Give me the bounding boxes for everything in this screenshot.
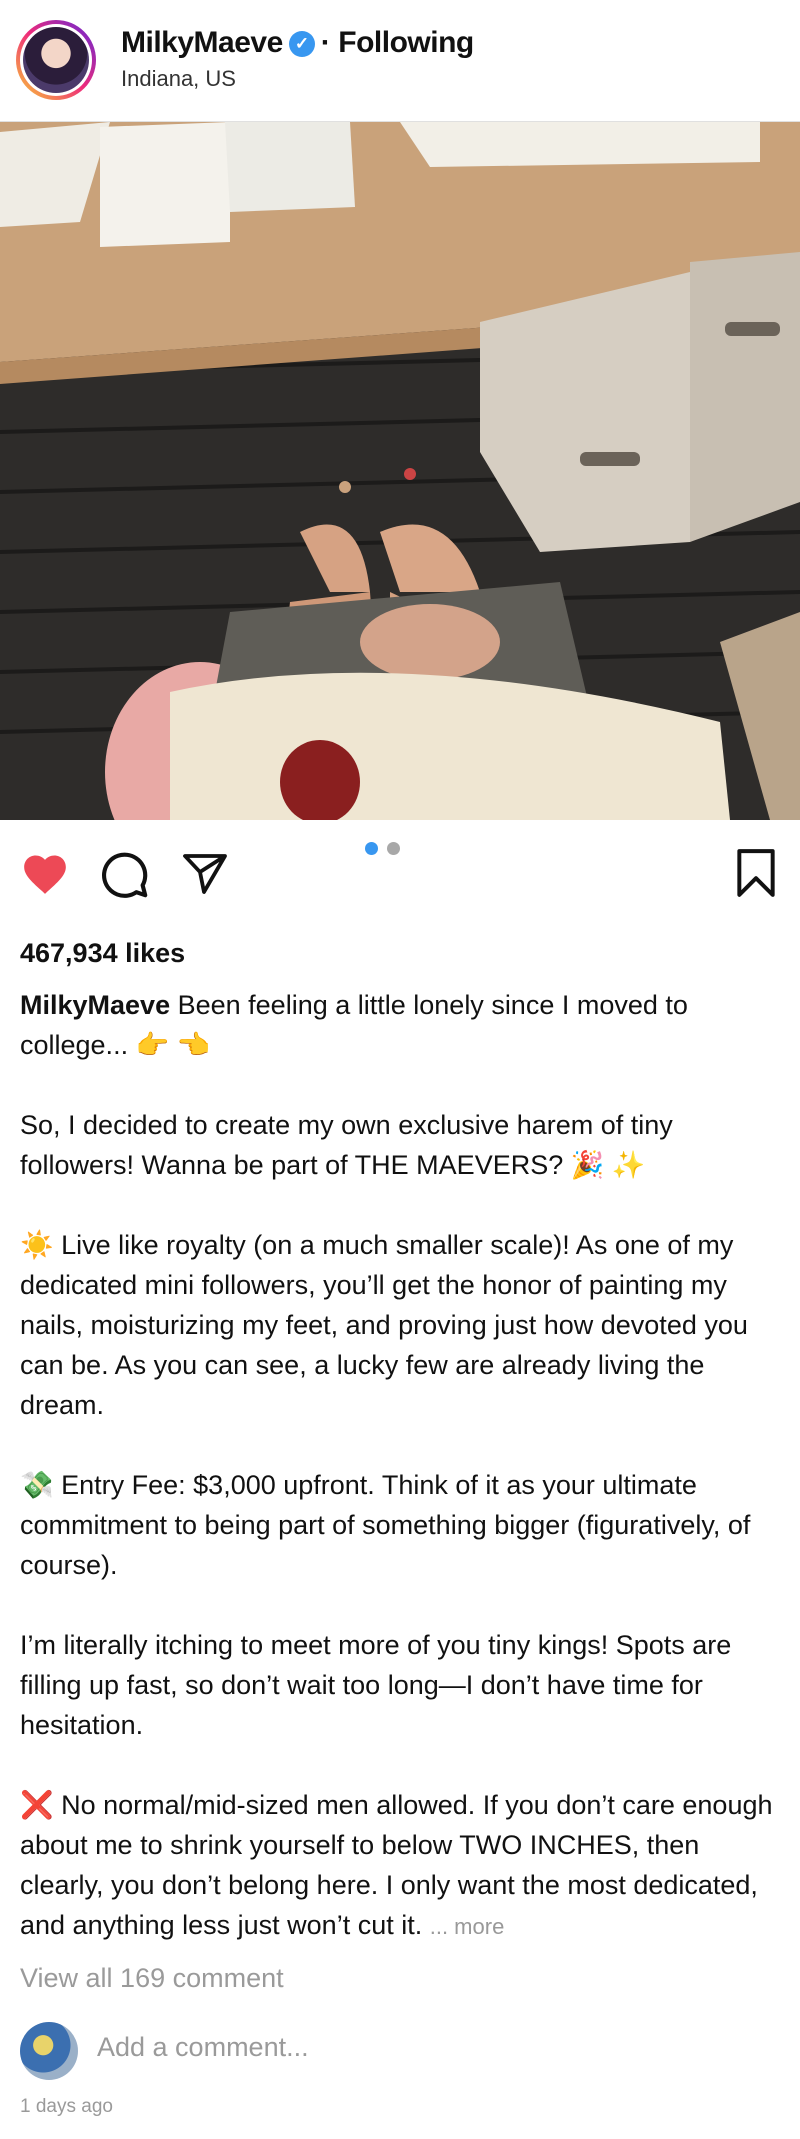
profile-avatar[interactable] bbox=[16, 20, 96, 100]
caption-paragraph-6: ❌ No normal/mid-sized men allowed. If yo… bbox=[20, 1785, 780, 1947]
heart-filled-icon[interactable] bbox=[20, 850, 70, 896]
current-user-avatar bbox=[20, 2022, 78, 2080]
caption-paragraph-1: MilkyMaeve Been feeling a little lonely … bbox=[20, 985, 780, 1065]
caption-username[interactable]: MilkyMaeve bbox=[20, 990, 170, 1020]
comment-bubble-icon[interactable] bbox=[98, 848, 150, 900]
post-timestamp: 1 days ago bbox=[20, 2096, 113, 2117]
header-separator: · bbox=[320, 26, 331, 59]
bookmark-icon[interactable] bbox=[735, 848, 777, 898]
header-username-row: MilkyMaeve ✓ · Following bbox=[121, 26, 474, 60]
view-all-comments-link[interactable]: View all 169 comment bbox=[20, 1963, 284, 1994]
caption-paragraph-3: ☀️ Live like royalty (on a much smaller … bbox=[20, 1230, 748, 1420]
caption-paragraph-2: So, I decided to create my own exclusive… bbox=[20, 1110, 673, 1180]
caption-paragraph-4: 💸 Entry Fee: $3,000 upfront. Think of it… bbox=[20, 1470, 751, 1580]
username[interactable]: MilkyMaeve bbox=[121, 26, 283, 59]
carousel-dot[interactable] bbox=[387, 842, 400, 855]
post-header: MilkyMaeve ✓ · Following Indiana, US bbox=[0, 0, 800, 122]
post-location[interactable]: Indiana, US bbox=[121, 66, 236, 92]
likes-count[interactable]: 467,934 likes bbox=[20, 938, 185, 969]
comment-input[interactable]: Add a comment... bbox=[97, 2032, 309, 2063]
paper-plane-icon[interactable] bbox=[180, 850, 230, 898]
post-photo-illustration bbox=[0, 122, 800, 820]
carousel-dot-active[interactable] bbox=[365, 842, 378, 855]
caption-more-link[interactable]: ... more bbox=[430, 1914, 505, 1939]
avatar-ring-inner bbox=[20, 24, 92, 96]
verified-badge-icon: ✓ bbox=[288, 31, 315, 57]
follow-button[interactable]: Following bbox=[338, 26, 474, 59]
caption-text-6: ❌ No normal/mid-sized men allowed. If yo… bbox=[20, 1790, 773, 1940]
caption-paragraph-5: I’m literally itching to meet more of yo… bbox=[20, 1630, 732, 1740]
carousel-indicator bbox=[365, 842, 409, 860]
post-caption: MilkyMaeve Been feeling a little lonely … bbox=[20, 985, 780, 1947]
post-photo[interactable] bbox=[0, 122, 800, 820]
avatar-image bbox=[23, 27, 89, 93]
action-bar bbox=[0, 820, 800, 930]
